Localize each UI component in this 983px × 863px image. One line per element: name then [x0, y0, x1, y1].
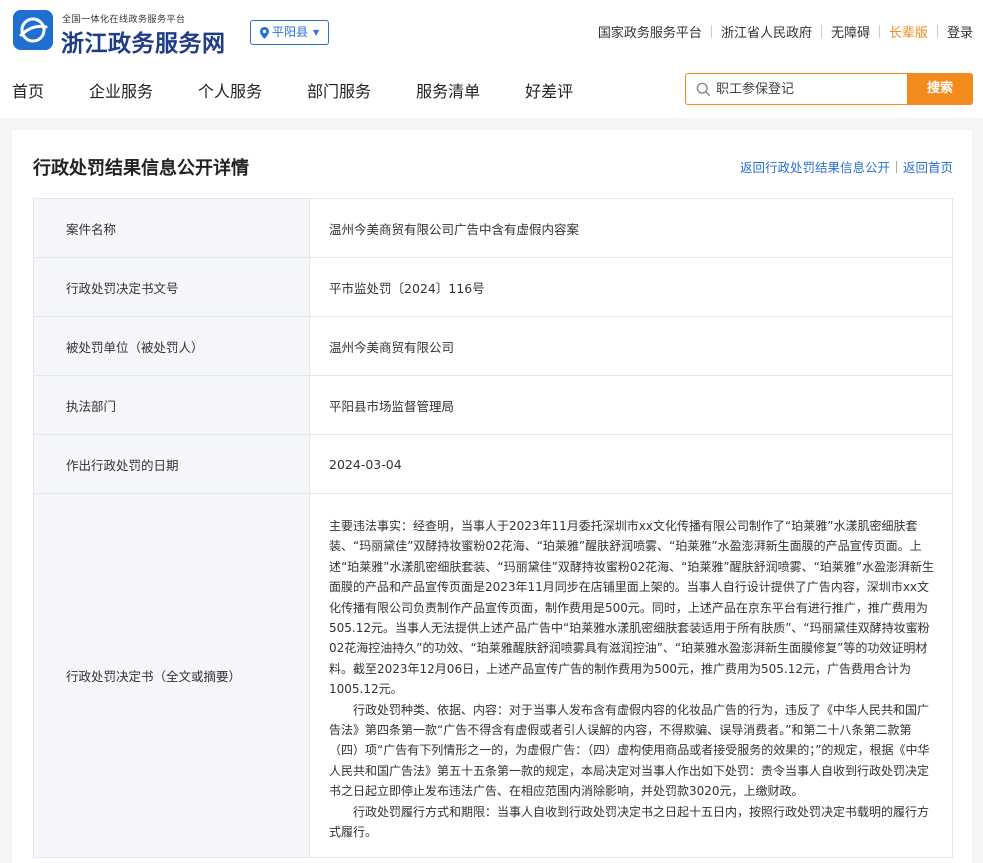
nav-item-home[interactable]: 首页 [12, 78, 44, 102]
region-label: 平阳县 [272, 25, 309, 39]
field-value: 温州今美商贸有限公司广告中含有虚假内容案 [309, 198, 953, 258]
decision-paragraph-facts: 主要违法事实：经查明，当事人于2023年11月委托深圳市xx文化传播有限公司制作… [329, 519, 935, 697]
search-box: 搜索 [685, 73, 973, 105]
search-button[interactable]: 搜索 [907, 73, 973, 105]
breadcrumb-links: 返回行政处罚结果信息公开 返回首页 [740, 157, 953, 176]
table-row: 作出行政处罚的日期 2024-03-04 [33, 434, 953, 494]
page-title: 行政处罚结果信息公开详情 [33, 158, 249, 179]
top-link-provincial-government[interactable]: 浙江省人民政府 [712, 22, 821, 41]
divider [895, 160, 897, 173]
site-header: 全国一体化在线政务服务平台 浙江政务服务网 平阳县 ▼ 国家政务服务平台 浙江省… [0, 0, 983, 118]
login-link[interactable]: 登录 [938, 22, 973, 41]
field-value: 平市监处罚〔2024〕116号 [309, 257, 953, 317]
site-logo-icon[interactable] [13, 10, 53, 50]
location-pin-icon [260, 26, 269, 39]
top-link-accessibility[interactable]: 无障碍 [822, 22, 879, 41]
decision-paragraph-penalty: 行政处罚种类、依据、内容：对于当事人发布含有虚假内容的化妆品广告的行为，违反了《… [329, 702, 930, 799]
detail-table: 案件名称 温州今美商贸有限公司广告中含有虚假内容案 行政处罚决定书文号 平市监处… [33, 198, 953, 858]
table-row: 行政处罚决定书（全文或摘要） 主要违法事实：经查明，当事人于2023年11月委托… [33, 493, 953, 858]
top-links: 国家政务服务平台 浙江省人民政府 无障碍 长辈版 登录 [589, 22, 973, 41]
field-label: 被处罚单位（被处罚人） [33, 316, 310, 376]
search-icon [696, 82, 711, 97]
main-nav: 首页 企业服务 个人服务 部门服务 服务清单 好差评 [12, 78, 618, 102]
region-selector[interactable]: 平阳县 ▼ [250, 20, 330, 45]
field-label: 执法部门 [33, 375, 310, 435]
table-row: 被处罚单位（被处罚人） 温州今美商贸有限公司 [33, 316, 953, 376]
table-row: 案件名称 温州今美商贸有限公司广告中含有虚假内容案 [33, 198, 953, 258]
top-link-elder-mode[interactable]: 长辈版 [880, 22, 937, 41]
logo-title[interactable]: 浙江政务服务网 [61, 24, 226, 58]
field-value: 2024-03-04 [309, 434, 953, 494]
field-label: 行政处罚决定书（全文或摘要） [33, 493, 310, 858]
decision-text: 主要违法事实：经查明，当事人于2023年11月委托深圳市xx文化传播有限公司制作… [309, 493, 953, 858]
nav-item-rating[interactable]: 好差评 [525, 78, 573, 102]
field-label: 案件名称 [33, 198, 310, 258]
field-label: 作出行政处罚的日期 [33, 434, 310, 494]
field-label: 行政处罚决定书文号 [33, 257, 310, 317]
field-value: 温州今美商贸有限公司 [309, 316, 953, 376]
back-home-link[interactable]: 返回首页 [903, 157, 953, 176]
nav-item-department-services[interactable]: 部门服务 [307, 78, 371, 102]
top-link-national-platform[interactable]: 国家政务服务平台 [589, 22, 711, 41]
nav-item-service-list[interactable]: 服务清单 [416, 78, 480, 102]
nav-item-business-services[interactable]: 企业服务 [89, 78, 153, 102]
nav-item-personal-services[interactable]: 个人服务 [198, 78, 262, 102]
decision-paragraph-execution: 行政处罚履行方式和期限：当事人自收到行政处罚决定书之日起十五日内，按照行政处罚决… [329, 804, 930, 840]
detail-card: 行政处罚结果信息公开详情 返回行政处罚结果信息公开 返回首页 案件名称 温州今美… [12, 130, 972, 863]
field-value: 平阳县市场监督管理局 [309, 375, 953, 435]
back-to-list-link[interactable]: 返回行政处罚结果信息公开 [740, 157, 890, 176]
table-row: 行政处罚决定书文号 平市监处罚〔2024〕116号 [33, 257, 953, 317]
table-row: 执法部门 平阳县市场监督管理局 [33, 375, 953, 435]
search-input[interactable] [716, 78, 896, 100]
chevron-down-icon: ▼ [313, 28, 320, 37]
